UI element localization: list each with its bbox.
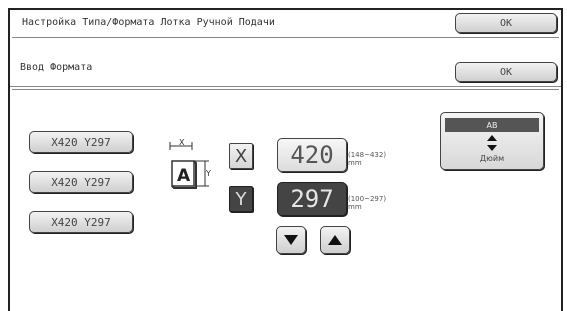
arrow-down-icon	[284, 235, 298, 245]
x-range-label: (148~432) mm	[348, 151, 386, 167]
arrow-up-icon	[328, 235, 342, 245]
separator	[10, 86, 561, 87]
page-title: Настройка Типа/Формата Лотка Ручной Пода…	[22, 17, 275, 28]
y-range: (100~297)	[348, 195, 387, 203]
unit-toggle-button[interactable]: AB Дюйм	[440, 112, 544, 170]
y-unit: mm	[348, 203, 362, 211]
header-ok-button[interactable]: OK	[455, 13, 557, 33]
unit-selected-label: AB	[445, 118, 539, 132]
preset-button-1[interactable]: X420 Y297	[29, 131, 133, 153]
decrement-button[interactable]	[276, 226, 306, 254]
x-unit: mm	[348, 159, 362, 167]
preset-button-3[interactable]: X420 Y297	[29, 211, 133, 233]
header-row: Настройка Типа/Формата Лотка Ручной Пода…	[12, 10, 559, 38]
diagram-letter: A	[177, 166, 191, 186]
axis-x-button[interactable]: X	[229, 143, 253, 169]
subheader-ok-button[interactable]: OK	[455, 62, 557, 82]
y-value-field[interactable]: 297	[277, 182, 347, 216]
axis-y-button[interactable]: Y	[229, 186, 253, 212]
section-title-label: Ввод Формата	[20, 62, 93, 73]
y-range-label: (100~297) mm	[348, 195, 386, 211]
unit-alternative-label: Дюйм	[479, 154, 505, 163]
paper-size-diagram-icon: X Y A	[169, 138, 211, 189]
diagram-y-label: Y	[205, 169, 211, 178]
x-range: (148~432)	[348, 151, 387, 159]
diagram-x-label: X	[179, 138, 185, 147]
preset-button-2[interactable]: X420 Y297	[29, 171, 133, 193]
x-value-field[interactable]: 420	[277, 138, 347, 172]
increment-button[interactable]	[320, 226, 350, 254]
up-down-arrows-icon	[487, 135, 497, 151]
